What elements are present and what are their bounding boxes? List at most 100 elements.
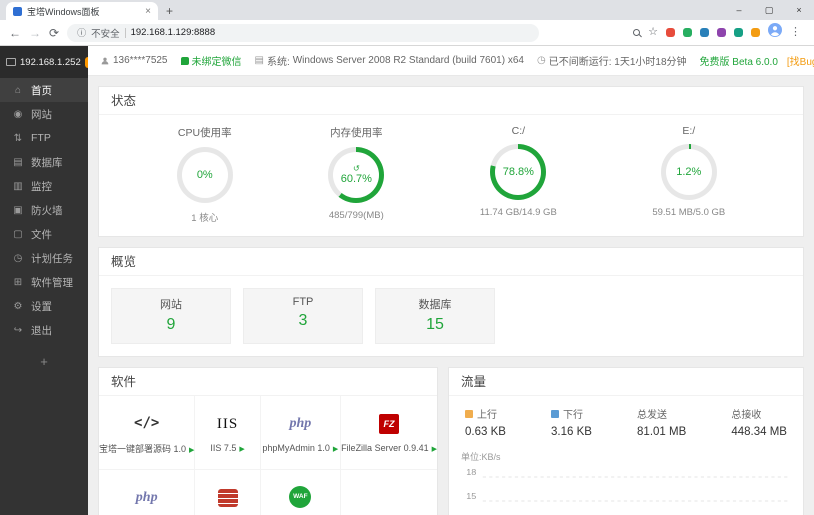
home-icon: ⌂ [14,84,22,96]
chart-unit-label: 单位:KB/s [461,452,501,462]
refresh-icon[interactable]: ⟳ [49,27,59,39]
filezilla-icon: FZ [379,414,400,434]
wechat-bind-link[interactable]: 未绑定微信 [180,53,242,68]
maximize-button[interactable]: ▢ [754,0,784,20]
extension-icon[interactable] [734,28,743,37]
overview-database[interactable]: 数据库 15 [375,288,495,344]
sidebar-item-monitor[interactable]: ▥ 监控 [0,174,88,198]
website-icon: ◉ [13,108,23,120]
memory-gauge-ring: ↺ 60.7% [328,147,385,203]
new-tab-button[interactable]: + [166,2,173,20]
sidebar-item-label: 计划任务 [31,252,73,265]
tab-favicon-icon [13,6,22,16]
uptime-label: ◷ 已不间断运行: 1天1小时18分钟 [536,55,687,68]
sidebar-item-label: 防火墙 [31,204,63,217]
content: 状态 CPU使用率 0% 1 核心 内存使用率 ↺ 60.7% 485/799(… [88,76,814,515]
bug-reward-link[interactable]: [找Bug奖宝塔币] [787,53,814,68]
wechat-icon [180,56,189,65]
traffic-panel-title: 流量 [449,368,803,396]
url-bar[interactable]: ⓘ 不安全 192.168.1.129:8888 [67,23,540,42]
gauge-disk-e: E:/ 1.2% 59.51 MB/5.0 GB [652,125,726,218]
info-icon[interactable]: ⓘ [77,26,86,39]
sidebar-item-home[interactable]: ⌂ 首页 [0,78,88,102]
sidebar-item-ftp[interactable]: ⇅ FTP [0,126,88,150]
sidebar-item-files[interactable]: ▢ 文件 [0,222,88,246]
tab-title: 宝塔Windows面板 [27,6,100,17]
software-item-iis[interactable]: IIS IIS 7.5 [195,396,261,470]
close-button[interactable]: × [784,0,814,20]
overview-panel: 概览 网站 9 FTP 3 数据库 15 [98,247,804,357]
gauge-cpu: CPU使用率 0% 1 核心 [176,127,233,224]
bookmark-star-icon[interactable]: ☆ [648,27,658,38]
extension-icon[interactable] [700,28,709,37]
software-panel-title: 软件 [99,368,437,396]
software-item-php[interactable]: php PHP-5.2 [99,470,196,515]
url-text: 192.168.1.129:8888 [130,27,216,38]
gauge-memory: 内存使用率 ↺ 60.7% 485/799(MB) [328,127,385,221]
legend-download: 下行 3.16 KB [551,409,592,438]
browser-tab[interactable]: 宝塔Windows面板 × [6,2,158,20]
clock-icon: ◷ [536,55,546,66]
gauge-disk-c: C:/ 78.8% 11.74 GB/14.9 GB [479,125,557,218]
toolbar-icons: ☆ ⋮ [633,23,805,42]
extension-icon[interactable] [666,28,675,37]
overview-ftp[interactable]: FTP 3 [243,288,363,344]
php-icon: php [135,490,158,505]
forward-icon[interactable]: → [29,27,41,39]
browser-menu-icon[interactable]: ⋮ [790,27,801,38]
legend-total-received: 总接收 448.34 MB [731,410,787,438]
sidebar-item-database[interactable]: ▤ 数据库 [0,150,88,174]
software-item-phpmyadmin[interactable]: php phpMyAdmin 1.0 [260,396,342,470]
software-item-waf[interactable]: WAF 宝塔IIS防火墙 1.0 [261,470,342,515]
extension-icon[interactable] [717,28,726,37]
sidebar-item-label: 设置 [31,300,52,313]
extension-icon[interactable] [683,28,692,37]
sidebar-add-button[interactable]: + [0,354,88,369]
software-panel: 软件 </> 宝塔一键部署源码 1.0 IIS IIS 7.5 [98,367,438,515]
deploy-code-icon: </> [134,414,160,431]
server-info[interactable]: 192.168.1.252 0 [0,46,96,78]
search-icon[interactable] [633,29,641,36]
software-item-deploy[interactable]: </> 宝塔一键部署源码 1.0 [99,396,196,470]
status-panel: 状态 CPU使用率 0% 1 核心 内存使用率 ↺ 60.7% 485/799(… [98,86,804,237]
sidebar-item-label: 文件 [31,228,52,241]
disk-e-gauge-ring: 1.2% [660,144,717,200]
profile-icon[interactable] [768,23,782,42]
sidebar-item-software[interactable]: ⊞ 软件管理 [0,270,88,294]
server-icon [6,58,16,66]
cron-icon: ◷ [13,252,23,264]
account-link[interactable]: 136****7525 [100,55,168,66]
status-panel-title: 状态 [99,87,803,115]
back-icon[interactable]: ← [9,27,21,39]
traffic-chart: 18 15 12 9 6 3 [466,467,790,502]
iis-icon: IIS [216,415,239,432]
sidebar-item-settings[interactable]: ⚙ 设置 [0,294,88,318]
software-item-filezilla[interactable]: FZ FileZilla Server 0.9.41 [341,396,437,470]
sidebar-nav: ⌂ 首页 ◉ 网站 ⇅ FTP ▤ 数据库 ▥ 监控 ▣ 防火墙 ▢ 文件 ◷ … [0,78,88,342]
software-item-redis[interactable]: redis 1.0 [195,470,261,515]
y-tick: 18 [466,467,476,477]
sidebar-item-cron[interactable]: ◷ 计划任务 [0,246,88,270]
sidebar: 192.168.1.252 0 ⌂ 首页 ◉ 网站 ⇅ FTP ▤ 数 [0,46,96,515]
settings-icon: ⚙ [13,300,23,312]
extension-icon[interactable] [751,28,760,37]
sidebar-item-website[interactable]: ◉ 网站 [0,102,88,126]
sidebar-item-label: 监控 [31,180,52,193]
download-color-swatch [551,409,560,418]
overview-website[interactable]: 网站 9 [111,288,231,344]
system-icon: ▤ [254,55,264,66]
free-memory-icon[interactable]: ↺ [353,165,360,173]
sidebar-item-logout[interactable]: ↪ 退出 [0,318,88,342]
tab-close-icon[interactable]: × [145,6,151,17]
version-label: 免费版 Beta 6.0.0 [699,57,778,68]
files-icon: ▢ [13,228,23,240]
browser-toolbar: ← → ⟳ ⓘ 不安全 192.168.1.129:8888 ☆ ⋮ [0,20,814,46]
tab-strip: 宝塔Windows面板 × + – ▢ × [0,0,814,20]
ftp-icon: ⇅ [13,132,23,144]
minimize-button[interactable]: – [724,0,754,20]
waf-icon: WAF [289,485,312,508]
sidebar-item-firewall[interactable]: ▣ 防火墙 [0,198,88,222]
database-icon: ▤ [13,156,23,168]
upload-color-swatch [465,409,473,418]
disk-c-gauge-ring: 78.8% [490,144,547,200]
